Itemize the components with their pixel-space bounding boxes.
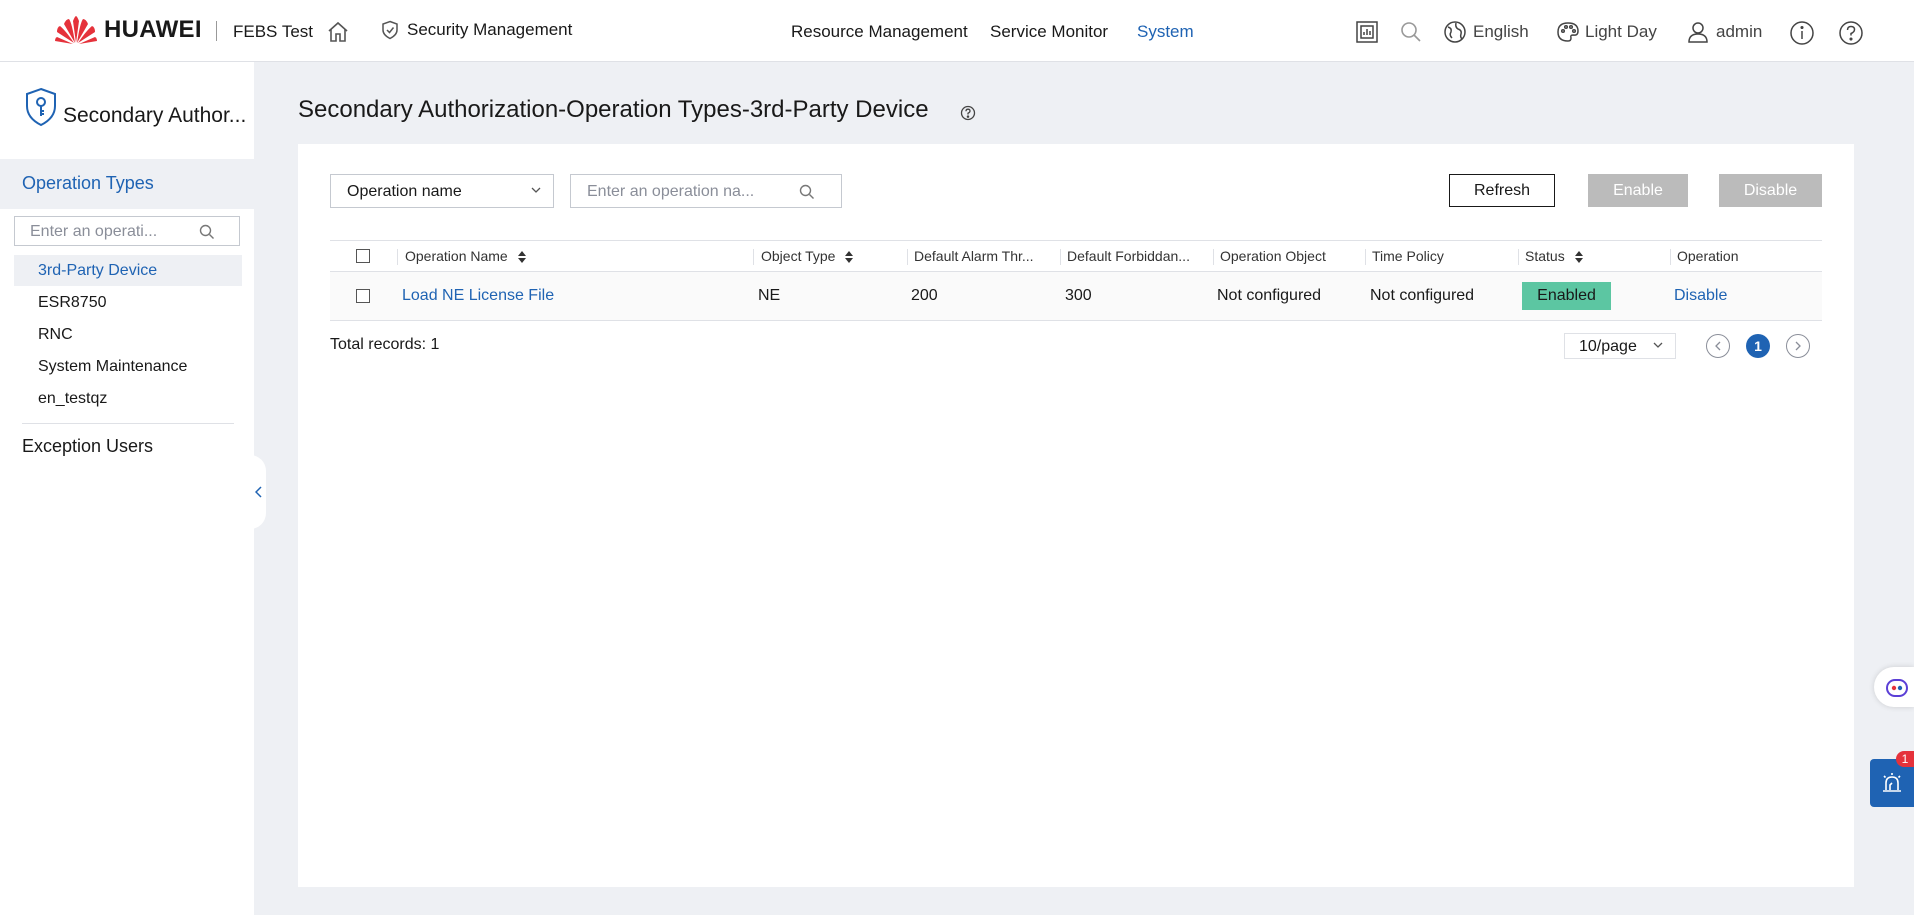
column-header-label: Status (1525, 248, 1565, 264)
column-header-operation-name[interactable]: Operation Name (405, 248, 526, 264)
dropdown-value: Operation name (347, 183, 462, 200)
search-placeholder: Enter an operation na... (587, 183, 755, 200)
page-number-current[interactable]: 1 (1746, 334, 1770, 358)
select-all-checkbox[interactable] (356, 249, 370, 263)
module-name: Security Management (407, 20, 573, 39)
chevron-left-icon (255, 486, 262, 498)
column-divider (753, 249, 754, 265)
refresh-button[interactable]: Refresh (1449, 174, 1555, 207)
column-header-time-policy[interactable]: Time Policy (1372, 248, 1444, 264)
search-icon[interactable] (1399, 20, 1423, 44)
home-icon[interactable] (326, 20, 350, 44)
sidebar-item-esr8750[interactable]: ESR8750 (14, 287, 242, 318)
column-divider (397, 249, 398, 265)
header-divider (216, 21, 217, 41)
alarm-bell-icon (1883, 773, 1901, 792)
chevron-left-icon (1715, 341, 1721, 351)
operation-object-cell: Not configured (1217, 287, 1322, 304)
assistant-bot-button[interactable] (1874, 667, 1914, 707)
huawei-flower-icon (55, 16, 97, 44)
project-name: FEBS Test (233, 22, 313, 41)
next-page-button[interactable] (1786, 334, 1810, 358)
huawei-logo[interactable]: HUAWEI (54, 15, 202, 45)
column-header-operation: Operation (1677, 248, 1739, 264)
sidebar-divider (22, 423, 234, 424)
nav-system[interactable]: System (1137, 22, 1194, 42)
row-checkbox[interactable] (356, 289, 370, 303)
enable-button[interactable]: Enable (1588, 174, 1688, 207)
prev-page-button[interactable] (1706, 334, 1730, 358)
table-header: Operation Name Object Type Default Alarm… (330, 240, 1822, 272)
column-divider (1060, 249, 1061, 265)
user-menu[interactable]: admin (1716, 22, 1762, 42)
column-header-default-alarm-threshold[interactable]: Default Alarm Thr... (914, 248, 1034, 264)
column-divider (1518, 249, 1519, 265)
shield-icon (382, 20, 398, 40)
disable-button[interactable]: Disable (1719, 174, 1822, 207)
security-management-menu[interactable]: Security Management (381, 20, 572, 40)
page-title: Secondary Authorization-Operation Types-… (298, 96, 929, 123)
column-divider (907, 249, 908, 265)
operation-name-link[interactable]: Load NE License File (402, 287, 554, 305)
language-selector[interactable]: English (1473, 22, 1529, 42)
sidebar-search-placeholder: Enter an operati... (30, 223, 158, 240)
column-header-object-type[interactable]: Object Type (761, 248, 854, 264)
column-header-label: Object Type (761, 248, 836, 264)
alarm-count-badge: 1 (1896, 751, 1914, 767)
nav-service-monitor[interactable]: Service Monitor (990, 22, 1108, 42)
nav-resource-management[interactable]: Resource Management (791, 22, 968, 42)
column-header-status[interactable]: Status (1525, 248, 1583, 264)
brand-name: HUAWEI (104, 16, 202, 43)
page-size-value: 10/page (1579, 338, 1637, 355)
sidebar-title: Secondary Author... (63, 104, 247, 127)
search-icon[interactable] (799, 184, 815, 200)
sidebar-item-system-maintenance[interactable]: System Maintenance (14, 351, 242, 382)
sidebar-item-rnc[interactable]: RNC (14, 319, 242, 350)
help-icon[interactable] (1838, 20, 1864, 46)
sidebar-collapse-toggle[interactable] (250, 455, 266, 529)
palette-icon[interactable] (1556, 20, 1580, 44)
object-type-cell: NE (758, 287, 781, 304)
top-bar: HUAWEI FEBS Test Security Management Res… (0, 0, 1914, 62)
search-field-dropdown[interactable]: Operation name (330, 174, 554, 208)
forbidden-threshold-cell: 300 (1065, 287, 1092, 304)
total-records: Total records: 1 (330, 336, 440, 353)
sort-icon[interactable] (845, 251, 854, 264)
column-divider (1670, 249, 1671, 265)
column-header-operation-object[interactable]: Operation Object (1220, 248, 1326, 264)
sidebar-search-input[interactable]: Enter an operati... (14, 216, 240, 246)
sort-icon[interactable] (517, 251, 526, 264)
question-circle-icon[interactable] (960, 105, 976, 121)
row-disable-link[interactable]: Disable (1674, 287, 1727, 305)
sidebar-item-exception-users[interactable]: Exception Users (22, 436, 153, 457)
search-icon[interactable] (199, 224, 215, 240)
theme-selector[interactable]: Light Day (1585, 22, 1657, 42)
chevron-right-icon (1795, 341, 1801, 351)
operation-search-input[interactable]: Enter an operation na... (570, 174, 842, 208)
dashboard-icon[interactable] (1355, 20, 1379, 44)
time-policy-cell: Not configured (1370, 287, 1475, 304)
column-header-label: Operation Name (405, 248, 508, 264)
user-icon[interactable] (1686, 20, 1710, 44)
sidebar-section-operation-types[interactable]: Operation Types (22, 173, 154, 194)
sidebar-item-en-testqz[interactable]: en_testqz (14, 383, 242, 414)
page-size-selector[interactable]: 10/page (1564, 333, 1676, 359)
column-divider (1213, 249, 1214, 265)
info-icon[interactable] (1789, 20, 1815, 46)
column-header-default-forbidden-threshold[interactable]: Default Forbiddan... (1067, 248, 1190, 264)
sort-icon[interactable] (1574, 251, 1583, 264)
status-badge: Enabled (1522, 282, 1611, 310)
alarm-threshold-cell: 200 (911, 287, 938, 304)
column-divider (1365, 249, 1366, 265)
sidebar-item-3rd-party-device[interactable]: 3rd-Party Device (14, 255, 242, 286)
chevron-down-icon (531, 187, 541, 193)
robot-icon (1886, 679, 1908, 697)
secondary-auth-shield-icon (24, 87, 58, 127)
globe-icon[interactable] (1443, 20, 1467, 44)
chevron-down-icon (1653, 342, 1663, 348)
